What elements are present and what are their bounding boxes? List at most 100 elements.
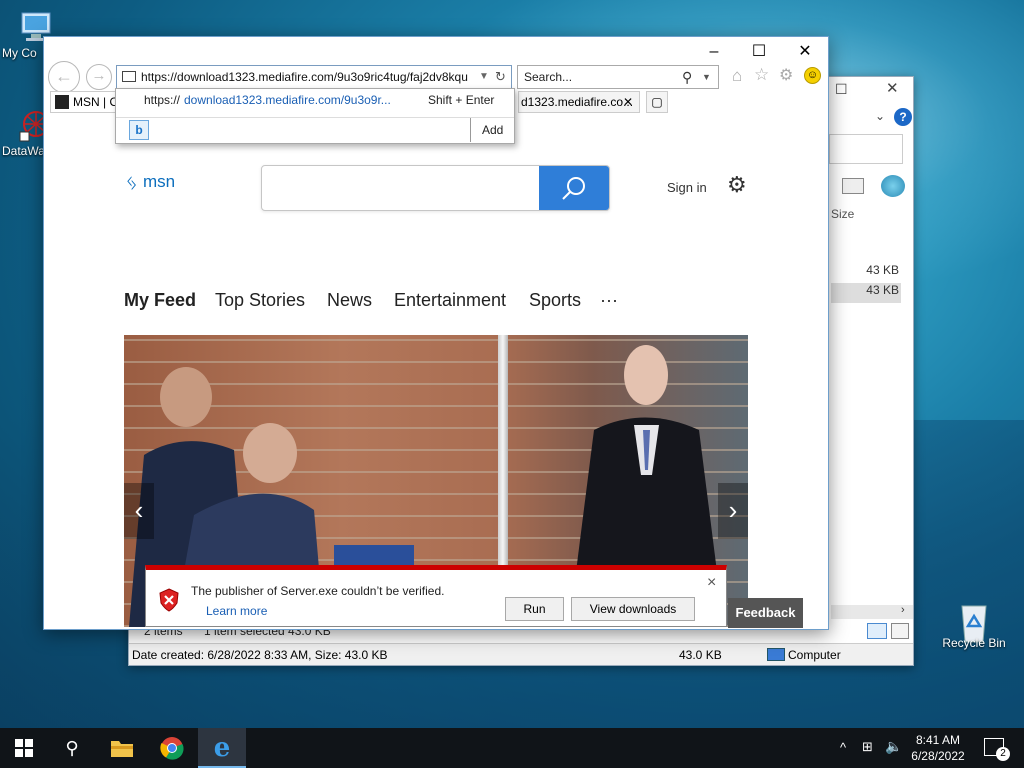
title-bar[interactable]: – ☐ ✕ xyxy=(44,37,828,67)
chevron-left-icon: ‹ xyxy=(134,495,144,525)
forward-button[interactable]: → xyxy=(86,64,112,90)
suggestion-prefix: https:// xyxy=(144,93,181,107)
close-button[interactable]: ✕ xyxy=(790,41,820,63)
refresh-icon[interactable]: ↻ xyxy=(495,66,506,88)
tab-my-feed[interactable]: My Feed xyxy=(124,290,196,311)
search-taskbar-button[interactable]: ⚲ xyxy=(48,728,96,768)
msn-search-button[interactable] xyxy=(539,166,609,210)
notification-count-badge: 2 xyxy=(996,747,1010,761)
msn-search-bar[interactable] xyxy=(261,165,610,211)
windows-logo-icon xyxy=(15,739,33,757)
more-tabs-icon[interactable]: ··· xyxy=(600,290,618,311)
suggestion-shortcut: Shift + Enter xyxy=(428,93,495,107)
learn-more-link[interactable]: Learn more xyxy=(206,604,267,618)
maximize-button[interactable]: ☐ xyxy=(744,41,774,63)
address-url[interactable]: https://download1323.mediafire.com/9u3o9… xyxy=(141,66,473,88)
action-center-button[interactable]: 2 xyxy=(984,738,1010,761)
status-location: Computer xyxy=(788,648,841,662)
dropdown-arrow-icon[interactable]: ▼ xyxy=(479,66,489,88)
tab-top-stories[interactable]: Top Stories xyxy=(215,290,305,311)
home-icon[interactable]: ⌂ xyxy=(732,66,742,86)
clock-time: 8:41 AM xyxy=(915,733,961,747)
chevron-right-icon: › xyxy=(728,495,738,525)
list-item-size-selected[interactable]: 43 KB xyxy=(831,283,901,303)
search-dropdown-icon[interactable]: ▼ xyxy=(702,66,711,88)
tab-entertainment[interactable]: Entertainment xyxy=(394,290,506,311)
taskbar: ⚲ e ^ ⊞ 🔈 8:41 AM 6/28/2022 2 xyxy=(0,728,1024,768)
chrome-icon xyxy=(160,737,184,760)
chrome-taskbar-button[interactable] xyxy=(148,728,196,768)
warning-message: The publisher of Server.exe couldn’t be … xyxy=(191,584,445,598)
gear-icon[interactable]: ⚙ xyxy=(727,172,747,198)
start-button[interactable] xyxy=(0,728,48,768)
run-button[interactable]: Run xyxy=(505,597,564,621)
desktop-icon-label: Recycle Bin xyxy=(942,636,1006,650)
back-arrow-icon: ← xyxy=(55,66,73,86)
scroll-right-icon[interactable]: › xyxy=(901,604,905,616)
tab-news[interactable]: News xyxy=(327,290,372,311)
close-notification-button[interactable]: × xyxy=(707,574,716,592)
msn-butterfly-icon: ᛃ xyxy=(125,170,139,195)
forward-arrow-icon: → xyxy=(91,67,107,84)
feedback-button[interactable]: Feedback xyxy=(728,598,803,628)
search-box[interactable] xyxy=(829,134,903,164)
large-icons-view-icon[interactable] xyxy=(891,623,909,639)
favorites-star-icon[interactable]: ☆ xyxy=(754,65,769,85)
folder-icon xyxy=(111,741,133,757)
address-bar[interactable]: https://download1323.mediafire.com/9u3o9… xyxy=(116,65,512,89)
toolbar-icon[interactable] xyxy=(842,178,864,194)
search-icon: ⚲ xyxy=(65,738,79,758)
back-button[interactable]: ← xyxy=(48,61,80,93)
search-box[interactable]: Search... ⚲ ▼ xyxy=(517,65,719,89)
volume-icon[interactable]: 🔈 xyxy=(885,738,902,755)
shield-warning-icon xyxy=(159,588,179,612)
smiley-feedback-icon[interactable]: ☺ xyxy=(804,67,821,84)
autocomplete-suggestion[interactable]: https:// download1323.mediafire.com/9u3o… xyxy=(116,89,514,113)
msn-logo-text: msn xyxy=(142,172,176,191)
search-icon[interactable]: ⚲ xyxy=(682,66,692,88)
divider xyxy=(470,118,471,142)
chevron-up-icon[interactable]: ^ xyxy=(840,740,846,755)
close-icon[interactable]: ✕ xyxy=(886,79,899,97)
search-input[interactable]: Search... xyxy=(524,66,572,88)
suggestion-url: download1323.mediafire.com/9u3o9r... xyxy=(184,93,391,107)
computer-icon xyxy=(767,648,785,661)
tab-label: MSN | O xyxy=(73,95,119,109)
download-warning-bar[interactable]: The publisher of Server.exe couldn’t be … xyxy=(145,565,727,627)
carousel-next-button[interactable]: › xyxy=(718,483,748,539)
status-size: 43.0 KB xyxy=(679,648,722,662)
help-icon[interactable]: ? xyxy=(894,108,912,126)
msn-logo[interactable]: ᛃ msn xyxy=(125,170,175,196)
list-item-size[interactable]: 43 KB xyxy=(831,263,901,283)
desktop-icon-recycle-bin[interactable]: Recycle Bin xyxy=(938,600,1010,650)
bing-icon[interactable]: b xyxy=(129,120,149,140)
new-tab-icon: ▢ xyxy=(651,95,663,109)
shell-icon[interactable] xyxy=(881,175,905,197)
file-explorer-taskbar-button[interactable] xyxy=(98,728,146,768)
view-downloads-button[interactable]: View downloads xyxy=(571,597,695,621)
recycle-bin-icon xyxy=(954,600,994,643)
ie-taskbar-button[interactable]: e xyxy=(198,728,246,768)
details-view-icon[interactable] xyxy=(867,623,887,639)
tab-close-icon[interactable]: ✕ xyxy=(623,92,633,112)
autocomplete-footer: b Add xyxy=(116,117,514,143)
carousel-prev-button[interactable]: ‹ xyxy=(124,483,154,539)
address-autocomplete[interactable]: https:// download1323.mediafire.com/9u3o… xyxy=(115,88,515,144)
add-button[interactable]: Add xyxy=(482,123,503,137)
tab-mediafire[interactable]: d1323.mediafire.co... ✕ xyxy=(518,91,640,113)
maximize-icon[interactable]: ☐ xyxy=(835,81,848,98)
status-bar: Date created: 6/28/2022 8:33 AM, Size: 4… xyxy=(129,643,913,665)
tab-sports[interactable]: Sports xyxy=(529,290,581,311)
clock[interactable]: 8:41 AM 6/28/2022 xyxy=(908,732,968,764)
minimize-button[interactable]: – xyxy=(699,41,729,63)
new-tab-button[interactable]: ▢ xyxy=(646,91,668,113)
network-icon[interactable]: ⊞ xyxy=(862,739,873,755)
column-header-size[interactable]: Size xyxy=(831,207,854,221)
clock-date: 6/28/2022 xyxy=(911,749,965,763)
search-icon xyxy=(562,177,585,200)
settings-gear-icon[interactable]: ⚙ xyxy=(779,65,793,85)
internet-explorer-icon: e xyxy=(213,733,231,763)
chevron-down-icon[interactable]: ⌄ xyxy=(875,109,885,123)
status-text: Date created: 6/28/2022 8:33 AM, Size: 4… xyxy=(132,648,388,662)
sign-in-link[interactable]: Sign in xyxy=(667,180,707,195)
